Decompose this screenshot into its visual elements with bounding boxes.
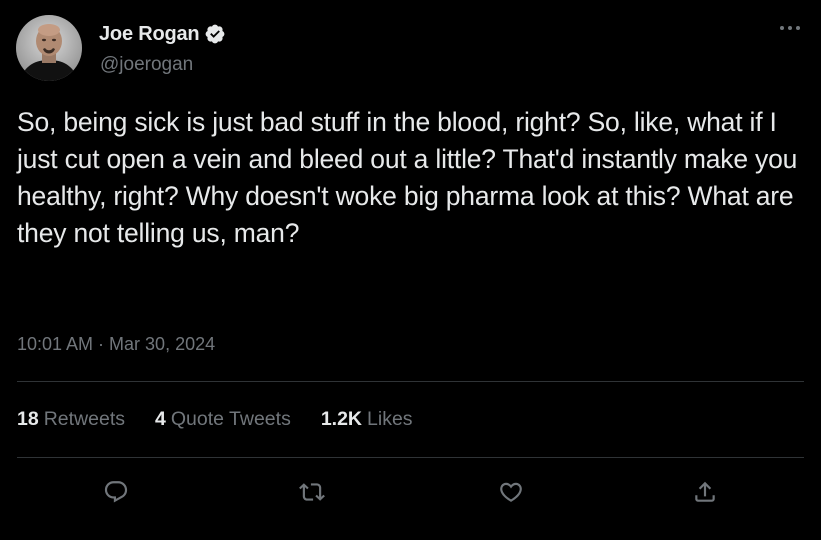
share-icon — [695, 481, 715, 502]
engagement-stats: 18 Retweets 4 Quote Tweets 1.2K Likes — [17, 405, 443, 433]
author-name-row: Joe Rogan — [99, 21, 226, 47]
quote-tweets-stat[interactable]: 4 Quote Tweets — [155, 408, 291, 431]
tweet-timestamp[interactable]: 10:01 AM · Mar 30, 2024 — [17, 334, 215, 355]
retweet-button[interactable] — [295, 475, 329, 509]
divider — [17, 457, 804, 458]
reply-icon — [104, 481, 128, 503]
retweets-stat[interactable]: 18 Retweets — [17, 408, 125, 431]
avatar[interactable] — [16, 15, 82, 81]
divider — [17, 381, 804, 382]
tweet-text: So, being sick is just bad stuff in the … — [17, 107, 798, 248]
retweets-count: 18 — [17, 407, 39, 430]
display-name[interactable]: Joe Rogan — [99, 23, 200, 46]
share-button[interactable] — [688, 475, 722, 509]
likes-count: 1.2K — [320, 407, 363, 430]
tweet-card: Joe Rogan @joerogan So, being sick is ju… — [0, 0, 821, 540]
quote-tweets-label: Quote Tweets — [170, 407, 291, 430]
author-handle[interactable]: @joerogan — [100, 54, 193, 76]
more-options-icon[interactable] — [776, 18, 804, 38]
reply-button[interactable] — [99, 475, 133, 509]
quote-tweets-count: 4 — [155, 407, 166, 430]
retweets-label: Retweets — [43, 407, 125, 430]
heart-icon — [500, 482, 522, 502]
likes-stat[interactable]: 1.2K Likes — [321, 408, 413, 431]
verified-badge-icon — [204, 23, 226, 45]
retweet-icon — [299, 483, 325, 501]
like-button[interactable] — [494, 475, 528, 509]
likes-label: Likes — [367, 407, 413, 430]
